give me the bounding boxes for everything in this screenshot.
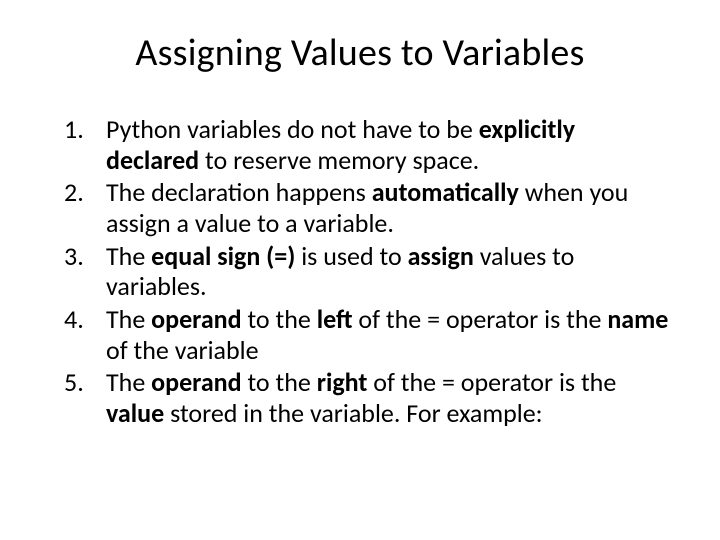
- bold-text: value: [106, 397, 164, 429]
- bold-text: right: [317, 366, 368, 398]
- text-segment: The: [106, 240, 151, 272]
- bold-text: name: [607, 303, 668, 335]
- text-segment: to the: [242, 303, 317, 335]
- bold-text: assign: [408, 240, 474, 272]
- text-segment: to the: [242, 366, 317, 398]
- text-segment: The: [106, 303, 151, 335]
- bold-text: left: [317, 303, 353, 335]
- text-segment: of the = operator is the: [367, 366, 616, 398]
- list-item: The declaration happens automatically wh…: [50, 177, 670, 238]
- text-segment: of the = operator is the: [353, 303, 608, 335]
- list-item: The equal sign (=) is used to assign val…: [50, 241, 670, 302]
- bold-text: operand: [151, 303, 241, 335]
- list-item: The operand to the left of the = operato…: [50, 304, 670, 365]
- slide-title: Assigning Values to Variables: [50, 30, 670, 76]
- text-segment: of the variable: [106, 334, 259, 366]
- numbered-list: Python variables do not have to be expli…: [50, 114, 670, 429]
- bold-text: equal sign (=): [151, 240, 295, 272]
- text-segment: is used to: [295, 240, 407, 272]
- text-segment: The declaration happens: [106, 176, 372, 208]
- text-segment: Python variables do not have to be: [106, 113, 479, 145]
- list-item: The operand to the right of the = operat…: [50, 367, 670, 428]
- text-segment: to reserve memory space.: [199, 144, 479, 176]
- text-segment: The: [106, 366, 151, 398]
- bold-text: operand: [151, 366, 241, 398]
- text-segment: stored in the variable. For example:: [164, 397, 542, 429]
- bold-text: automatically: [372, 176, 519, 208]
- list-item: Python variables do not have to be expli…: [50, 114, 670, 175]
